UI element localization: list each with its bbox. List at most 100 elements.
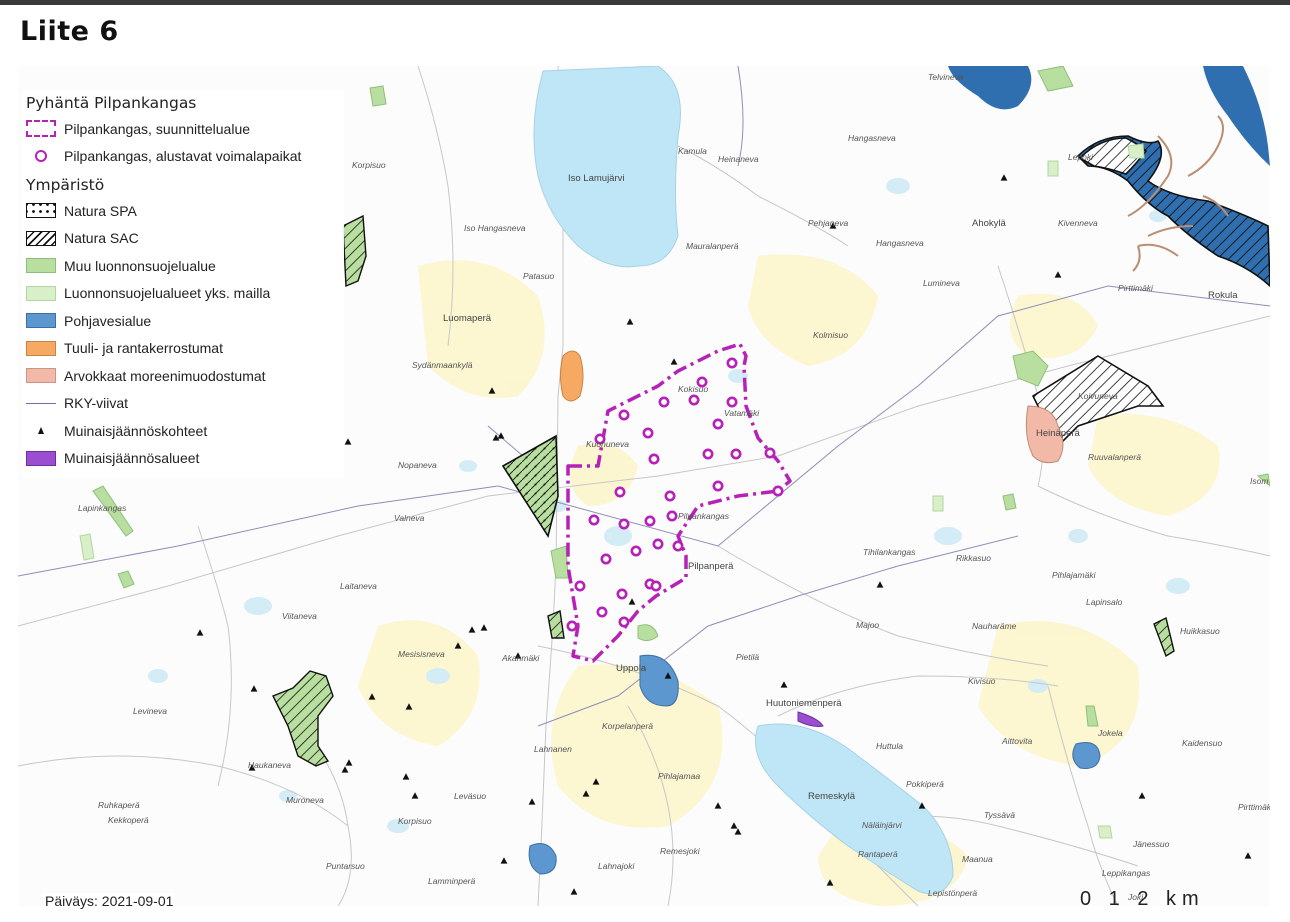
place-label: Iso Hangasneva — [464, 223, 526, 233]
legend-item-label: Natura SPA — [64, 202, 137, 219]
turbine-marker[interactable] — [616, 588, 628, 600]
place-label: Ruhkaperä — [98, 800, 140, 810]
turbine-marker[interactable] — [650, 580, 662, 592]
turbine-marker[interactable] — [618, 409, 630, 421]
place-label: Lamminperä — [428, 876, 476, 886]
turbine-marker[interactable] — [566, 620, 578, 632]
place-label: Nopaneva — [398, 460, 437, 470]
place-label: Pirttimäki — [1238, 802, 1270, 812]
place-label: Ahokylä — [972, 218, 1007, 229]
place-label: Levineva — [133, 706, 167, 716]
thin-line-icon — [26, 402, 56, 404]
legend-item-nature-reserve: Muu luonnonsuojelualue — [22, 252, 344, 280]
turbine-marker[interactable] — [600, 553, 612, 565]
place-label: Korpelanperä — [602, 721, 653, 731]
place-label: Huutoniemenperä — [766, 698, 842, 709]
turbine-marker[interactable] — [672, 540, 684, 552]
place-label: Leppikangas — [1102, 868, 1151, 878]
place-label: Kuohuneva — [586, 439, 629, 449]
place-label: Huttula — [876, 741, 903, 751]
place-label: Korpisuo — [352, 160, 386, 170]
place-label: Jokela — [1097, 728, 1123, 738]
turbine-marker[interactable] — [772, 485, 784, 497]
place-label: Pilpankangas — [678, 511, 730, 521]
turbine-marker[interactable] — [702, 448, 714, 460]
turbine-marker[interactable] — [764, 447, 776, 459]
turbine-marker[interactable] — [642, 427, 654, 439]
place-label: Valneva — [394, 513, 425, 523]
place-label: Lapinkangas — [78, 503, 127, 513]
place-label: Haukaneva — [248, 760, 291, 770]
legend-item-label: Muinaisjäännösalueet — [64, 450, 200, 467]
legend-item-label: Natura SAC — [64, 230, 139, 247]
turbine-marker[interactable] — [712, 480, 724, 492]
place-label: Muroneva — [286, 795, 324, 805]
dotted-hatch-icon — [26, 203, 56, 219]
place-label: Majoo — [856, 620, 879, 630]
legend-item-turbines: Pilpankangas, alustavat voimalapaikat — [22, 143, 344, 171]
turbine-marker[interactable] — [596, 606, 608, 618]
place-label: Luomaperä — [443, 313, 492, 324]
turbine-marker[interactable] — [712, 418, 724, 430]
turbine-marker[interactable] — [652, 538, 664, 550]
place-label: Kivenneva — [1058, 218, 1098, 228]
turbine-marker[interactable] — [614, 486, 626, 498]
turbine-marker[interactable] — [618, 616, 630, 628]
place-label: Nauharäme — [972, 621, 1017, 631]
map-legend: Pyhäntä Pilpankangas Pilpankangas, suunn… — [22, 90, 344, 478]
place-label: Pehjaneva — [808, 218, 848, 228]
place-label: Pirttimäki — [1118, 283, 1154, 293]
legend-item-natura-sac: Natura SAC — [22, 225, 344, 253]
turbine-marker[interactable] — [630, 545, 642, 557]
place-label: Lepistönperä — [928, 888, 977, 898]
place-label: Lahnajoki — [598, 861, 636, 871]
legend-item-label: Pilpankangas, suunnittelualue — [64, 120, 251, 137]
place-label: Vatamäki — [724, 408, 760, 418]
legend-item-monument-areas: Muinaisjäännösalueet — [22, 445, 344, 473]
place-label: Pokkiperä — [906, 779, 944, 789]
place-label: Huikkasuo — [1180, 626, 1220, 636]
turbine-marker[interactable] — [730, 448, 742, 460]
turbine-marker[interactable] — [726, 396, 738, 408]
legend-item-monuments: Muinaisjäännöskohteet — [22, 417, 344, 445]
scale-bar-label: 0 1 2 km — [1080, 888, 1205, 910]
place-label: Lapinsalo — [1086, 597, 1123, 607]
place-label: Hangasneva — [876, 238, 924, 248]
legend-item-groundwater: Pohjavesialue — [22, 307, 344, 335]
place-label: Korpisuo — [398, 816, 432, 826]
turbine-marker[interactable] — [726, 357, 738, 369]
legend-item-label: Muinaisjäännöskohteet — [64, 422, 208, 439]
turbine-marker[interactable] — [658, 396, 670, 408]
legend-item-plan-area: Pilpankangas, suunnittelualue — [22, 115, 344, 143]
dashed-purple-boundary-icon — [26, 120, 56, 138]
place-label: Heinäperä — [1036, 428, 1081, 439]
light-green-area-icon — [26, 285, 56, 301]
blue-area-icon — [26, 313, 56, 329]
place-label: Lepoki — [1068, 152, 1094, 162]
legend-item-natura-spa: Natura SPA — [22, 197, 344, 225]
turbine-marker[interactable] — [618, 518, 630, 530]
black-triangle-icon — [26, 423, 56, 438]
place-label: Rokula — [1208, 290, 1238, 301]
turbine-marker[interactable] — [664, 490, 676, 502]
place-label: Lumineva — [923, 278, 960, 288]
turbine-marker[interactable] — [666, 510, 678, 522]
green-area-icon — [26, 258, 56, 274]
turbine-marker[interactable] — [688, 394, 700, 406]
place-label: Telvineva — [928, 72, 964, 82]
turbine-marker[interactable] — [644, 515, 656, 527]
place-label: Iso Lamujärvi — [568, 173, 625, 184]
place-label: Pilpanperä — [688, 561, 734, 572]
turbine-marker[interactable] — [588, 514, 600, 526]
turbine-marker[interactable] — [648, 453, 660, 465]
turbine-marker[interactable] — [574, 580, 586, 592]
place-label: Pihlajamäki — [1052, 570, 1097, 580]
legend-item-label: Pohjavesialue — [64, 312, 152, 329]
place-label: Kekkoperä — [108, 815, 149, 825]
place-label: Hangasneva — [848, 133, 896, 143]
place-label: Heinaneva — [718, 154, 759, 164]
place-label: Kokisuo — [678, 384, 709, 394]
place-label: Leväsuo — [454, 791, 486, 801]
page-title: Liite 6 — [20, 16, 119, 47]
window-top-bar — [0, 0, 1290, 5]
